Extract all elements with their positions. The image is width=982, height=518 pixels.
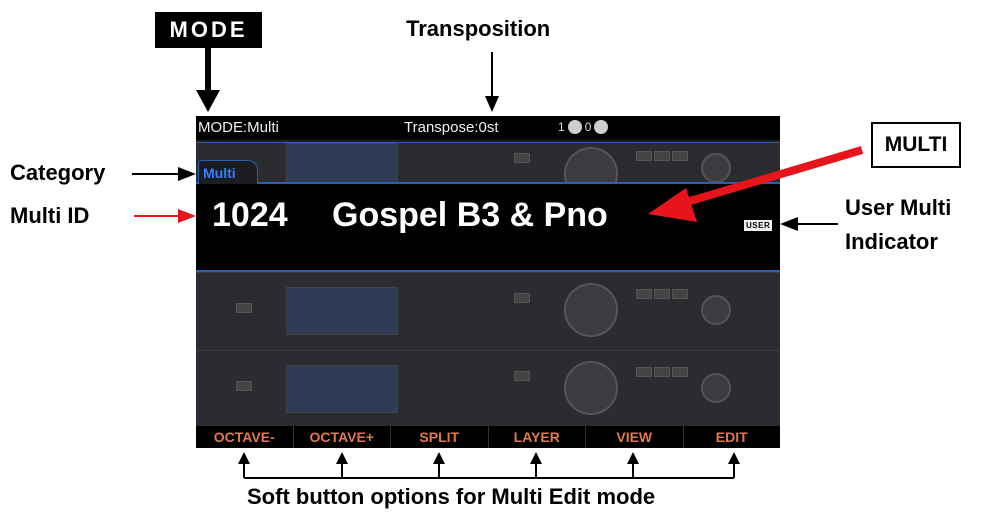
- indicator-label: Indicator: [845, 229, 938, 254]
- midi-channel-1: 1: [558, 120, 565, 134]
- arrow-icon: [485, 96, 499, 112]
- multi-callout-box: MULTI: [871, 122, 961, 168]
- midi-indicator: 1 0: [558, 120, 609, 134]
- soft-button-layer[interactable]: LAYER: [489, 426, 586, 448]
- multi-number: 1024: [212, 196, 288, 234]
- midi-indicator-icon: [567, 120, 582, 134]
- soft-button-split[interactable]: SPLIT: [391, 426, 489, 448]
- multi-name: Gospel B3 & Pno: [332, 196, 608, 234]
- mode-key-label: MODE: [155, 12, 262, 48]
- divider: [196, 182, 780, 184]
- arrow-icon: [178, 209, 196, 223]
- status-bar: MODE:Multi Transpose:0st 1 0: [196, 116, 780, 140]
- category-label: Category: [10, 160, 106, 185]
- soft-button-bar: OCTAVE- OCTAVE+ SPLIT LAYER VIEW EDIT: [196, 426, 780, 448]
- background-panel: [196, 350, 780, 429]
- soft-button-octave-up[interactable]: OCTAVE+: [294, 426, 391, 448]
- category-tab: Multi: [198, 160, 258, 184]
- mode-status: MODE:Multi: [198, 119, 279, 136]
- arrow-icon: [178, 167, 196, 181]
- transposition-label: Transposition: [406, 16, 551, 41]
- soft-button-view[interactable]: VIEW: [586, 426, 684, 448]
- soft-button-caption: Soft button options for Multi Edit mode: [247, 484, 656, 509]
- transpose-status: Transpose:0st: [404, 119, 499, 136]
- midi-indicator-icon: [594, 120, 609, 134]
- multi-id-label: Multi ID: [10, 203, 90, 228]
- background-panel: [196, 272, 780, 351]
- user-badge: USER: [744, 220, 773, 231]
- soft-button-edit[interactable]: EDIT: [684, 426, 781, 448]
- user-multi-label: User Multi: [845, 195, 952, 220]
- midi-channel-0: 0: [584, 120, 592, 134]
- arrow-icon: [780, 217, 798, 231]
- soft-button-octave-down[interactable]: OCTAVE-: [196, 426, 294, 448]
- divider: [196, 270, 780, 272]
- device-display: MODE:Multi Transpose:0st 1 0 Multi 1024 …: [196, 116, 780, 448]
- arrow-icon: [196, 90, 220, 112]
- divider: [196, 142, 780, 143]
